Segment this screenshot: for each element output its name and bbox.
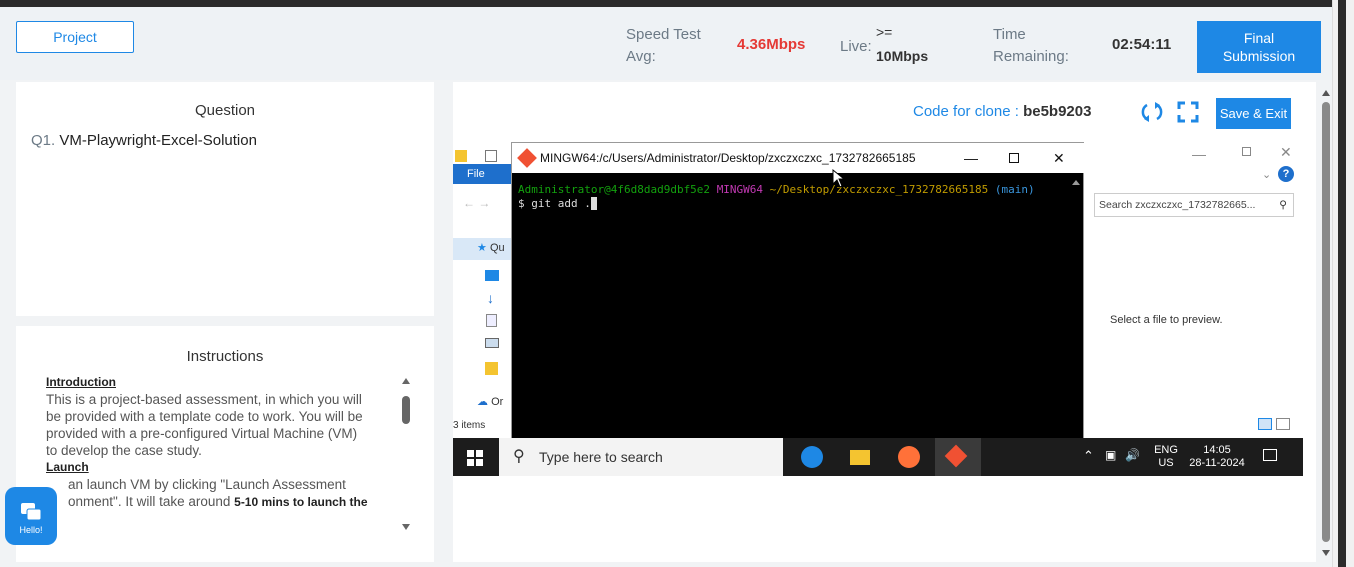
- final-submission-button[interactable]: Final Submission: [1197, 21, 1321, 73]
- instructions-panel: Instructions Introduction This is a proj…: [16, 326, 434, 562]
- downloads-icon: ↓: [487, 290, 494, 306]
- question-panel: Question Q1. VM-Playwright-Excel-Solutio…: [16, 82, 434, 316]
- back-arrow-icon[interactable]: ← →: [463, 196, 490, 210]
- details-view-icon[interactable]: [1258, 418, 1272, 430]
- top-stripe: [0, 0, 1354, 7]
- project-button[interactable]: Project: [16, 21, 134, 53]
- time-remaining-label: Time Remaining:: [993, 26, 1069, 65]
- terminal-output[interactable]: Administrator@4f6d8dad9dbf5e2 MINGW64 ~/…: [518, 183, 1035, 211]
- vm-screen[interactable]: File ← → ★ Qu ↓ ☁ Or 3 items — ✕ ⌄ ? Sea…: [453, 142, 1303, 476]
- live-value: 10Mbps: [876, 48, 929, 64]
- firefox-icon[interactable]: [898, 446, 920, 468]
- volume-icon[interactable]: 🔊: [1125, 448, 1140, 462]
- question-title: Question: [194, 102, 256, 119]
- file-explorer-icon[interactable]: [850, 450, 870, 465]
- chat-label: Hello!: [19, 525, 43, 535]
- instructions-title: Instructions: [186, 348, 264, 365]
- help-icon[interactable]: ?: [1278, 166, 1294, 182]
- tiles-view-icon[interactable]: [1276, 418, 1290, 430]
- live-ge: >=: [876, 24, 893, 40]
- documents-icon: [486, 314, 497, 327]
- mouse-cursor: [832, 168, 846, 188]
- maximize-icon[interactable]: [1009, 153, 1019, 163]
- file-explorer-sidebar: File ← → ★ Qu ↓ ☁ Or 3 items: [453, 142, 513, 476]
- taskbar-search-input[interactable]: ⚲ Type here to search: [499, 438, 783, 476]
- clone-code: be5b9203: [1023, 103, 1092, 120]
- right-panel-scrollbar[interactable]: [1320, 88, 1332, 558]
- network-icon[interactable]: ▣: [1105, 448, 1116, 462]
- preview-placeholder: Select a file to preview.: [1110, 314, 1223, 326]
- close-icon[interactable]: ✕: [1280, 144, 1292, 161]
- pictures-icon: [485, 338, 499, 348]
- windows-taskbar: ⚲ Type here to search ⌃ ▣ 🔊 ENG US 14:05…: [453, 438, 1303, 476]
- chevron-down-icon[interactable]: ⌄: [1262, 168, 1271, 181]
- save-exit-button[interactable]: Save & Exit: [1216, 98, 1291, 129]
- speed-test-value: 4.36Mbps: [737, 36, 806, 53]
- checkbox-icon: [485, 150, 497, 162]
- onedrive-item[interactable]: ☁ Or: [477, 395, 503, 408]
- desktop-icon: [485, 270, 499, 281]
- minimize-icon[interactable]: —: [964, 143, 978, 173]
- chat-icon: [21, 503, 42, 521]
- clock[interactable]: 14:05 28-11-2024: [1186, 444, 1248, 470]
- launch-heading: Launch: [46, 460, 89, 474]
- maximize-icon[interactable]: [1242, 147, 1251, 156]
- quick-access-item[interactable]: ★ Qu: [477, 241, 505, 254]
- file-explorer-main: — ✕ ⌄ ? Search zxczxczxc_1732782665... ⚲…: [1084, 142, 1303, 438]
- terminal-window[interactable]: MINGW64:/c/Users/Administrator/Desktop/z…: [511, 142, 1085, 442]
- page-scrollbar-edge: [1338, 0, 1346, 567]
- search-icon: ⚲: [513, 448, 525, 465]
- items-count: 3 items: [453, 420, 486, 431]
- close-icon[interactable]: ✕: [1053, 143, 1065, 173]
- folder-icon: [485, 362, 498, 375]
- language-indicator[interactable]: ENG US: [1151, 444, 1181, 470]
- chevron-up-icon[interactable]: ⌃: [1083, 448, 1094, 464]
- terminal-scrollbar[interactable]: [1070, 177, 1082, 437]
- instructions-body: Introduction This is a project-based ass…: [46, 374, 386, 511]
- edge-icon[interactable]: [801, 446, 823, 468]
- instructions-scrollbar[interactable]: [400, 376, 412, 536]
- minimize-icon[interactable]: —: [1192, 146, 1206, 162]
- speed-test-label: Speed Test Avg:: [626, 26, 701, 65]
- windows-start-icon[interactable]: [467, 450, 483, 466]
- fullscreen-icon[interactable]: [1177, 101, 1199, 123]
- explorer-search-input[interactable]: Search zxczxczxc_1732782665... ⚲: [1094, 193, 1294, 217]
- refresh-icon[interactable]: [1141, 101, 1163, 123]
- git-icon: [517, 148, 537, 168]
- chat-bubble-button[interactable]: Hello!: [5, 487, 57, 545]
- header-bar: Project Speed Test Avg: 4.36Mbps Live: >…: [0, 7, 1332, 80]
- time-remaining-value: 02:54:11: [1112, 36, 1172, 53]
- file-tab[interactable]: File: [453, 164, 513, 184]
- clone-code-label: Code for clone : be5b9203: [913, 103, 1092, 120]
- notification-icon[interactable]: [1263, 449, 1277, 461]
- folder-icon: [455, 150, 467, 162]
- search-icon: ⚲: [1279, 199, 1287, 211]
- terminal-titlebar[interactable]: MINGW64:/c/Users/Administrator/Desktop/z…: [512, 143, 1085, 173]
- live-label: Live:: [840, 38, 872, 55]
- question-text: Q1. VM-Playwright-Excel-Solution: [31, 132, 257, 149]
- intro-heading: Introduction: [46, 375, 116, 389]
